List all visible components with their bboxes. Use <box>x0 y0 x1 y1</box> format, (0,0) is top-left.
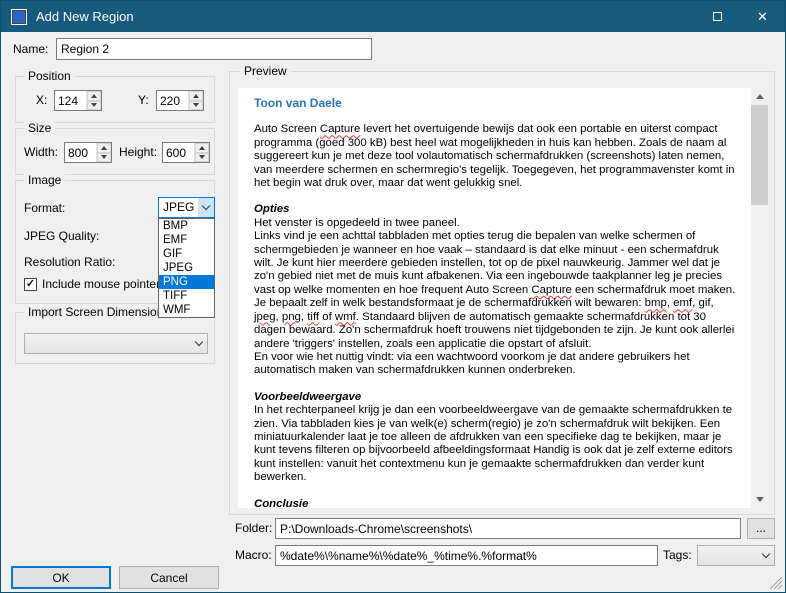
import-screen-dimensions-group: Import Screen Dimensions <box>15 305 215 364</box>
name-input[interactable] <box>56 38 372 60</box>
arrow-down-icon <box>101 155 107 160</box>
preview-richtext[interactable]: Toon van Daele Auto Screen Capture levert… <box>238 88 768 508</box>
tags-label: Tags: <box>663 548 692 562</box>
arrow-up-icon <box>755 94 764 99</box>
scrollbar-thumb[interactable] <box>751 105 768 205</box>
app-icon <box>11 9 27 25</box>
format-label: Format: <box>24 201 66 215</box>
jpeg-quality-label: JPEG Quality: <box>24 229 100 243</box>
scroll-up-button[interactable] <box>751 88 768 105</box>
close-icon: ✕ <box>757 8 768 24</box>
format-option-wmf[interactable]: WMF <box>159 303 214 317</box>
chevron-down-icon <box>194 337 204 347</box>
arrow-up-icon <box>91 93 97 98</box>
x-spin-up-button[interactable] <box>87 91 101 101</box>
maximize-icon <box>713 12 722 21</box>
format-option-tiff[interactable]: TIFF <box>159 289 214 303</box>
macro-label: Macro: <box>235 548 272 562</box>
preview-header: Voorbeeldweergave <box>254 390 362 403</box>
import-screen-dimensions-combobox[interactable] <box>24 333 208 354</box>
width-spin-down-button[interactable] <box>97 152 111 162</box>
x-stepper[interactable] <box>54 90 102 111</box>
close-button[interactable]: ✕ <box>740 1 785 32</box>
y-input[interactable] <box>157 91 188 110</box>
cancel-button[interactable]: Cancel <box>119 566 219 589</box>
preview-para: Auto Screen Capture levert het overtuige… <box>254 123 738 190</box>
macro-input[interactable] <box>275 545 658 566</box>
include-mouse-pointer-checkbox[interactable]: ✓ <box>24 278 37 291</box>
preview-para: In het rechterpaneel krijg je dan een vo… <box>254 404 736 484</box>
arrow-up-icon <box>193 93 199 98</box>
add-new-region-dialog: Add New Region ✕ Name: Position X: Y: <box>0 0 786 593</box>
format-combobox[interactable]: JPEG <box>158 197 215 218</box>
scroll-down-button[interactable] <box>751 491 768 508</box>
resize-grip[interactable] <box>770 577 783 590</box>
height-stepper[interactable] <box>162 142 210 163</box>
format-dropdown-list: BMP EMF GIF JPEG PNG TIFF WMF <box>158 218 215 318</box>
position-group-title: Position <box>24 69 75 83</box>
size-group: Size Width: Height: <box>15 121 215 175</box>
maximize-button[interactable] <box>695 1 740 32</box>
preview-para: Het venster is opgedeeld in twee paneel.… <box>254 216 739 377</box>
format-option-gif[interactable]: GIF <box>159 247 214 261</box>
width-label: Width: <box>24 145 59 159</box>
preview-header: Opties <box>254 203 290 216</box>
format-option-jpeg[interactable]: JPEG <box>159 261 214 275</box>
preview-scrollbar[interactable] <box>751 88 768 508</box>
format-option-emf[interactable]: EMF <box>159 233 214 247</box>
preview-group: Preview Toon van Daele Auto Screen Captur… <box>229 64 775 515</box>
y-spin-down-button[interactable] <box>189 100 203 110</box>
folder-input[interactable] <box>275 518 741 539</box>
preview-group-title: Preview <box>240 64 291 78</box>
x-input[interactable] <box>55 91 86 110</box>
arrow-down-icon <box>755 497 764 502</box>
x-label: X: <box>36 93 48 107</box>
chevron-down-icon <box>201 201 211 211</box>
arrow-up-icon <box>101 145 107 150</box>
width-input[interactable] <box>65 143 96 162</box>
ok-button[interactable]: OK <box>11 566 111 589</box>
folder-label: Folder: <box>235 521 273 535</box>
tags-combobox[interactable] <box>697 545 775 566</box>
format-option-png[interactable]: PNG <box>159 275 214 289</box>
chevron-down-icon <box>761 549 771 559</box>
name-label: Name: <box>13 42 49 56</box>
width-stepper[interactable] <box>64 142 112 163</box>
checkmark-icon: ✓ <box>25 278 36 290</box>
resolution-ratio-label: Resolution Ratio: <box>24 255 116 269</box>
arrow-up-icon <box>199 145 205 150</box>
position-group: Position X: Y: <box>15 69 215 123</box>
preview-title: Toon van Daele <box>254 96 342 110</box>
app-icon-blue-square <box>12 10 26 24</box>
y-stepper[interactable] <box>156 90 204 111</box>
browse-folder-button[interactable]: ... <box>747 518 775 539</box>
height-label: Height: <box>119 145 158 159</box>
arrow-down-icon <box>193 103 199 108</box>
include-mouse-pointer-label: Include mouse pointer <box>42 277 161 291</box>
size-group-title: Size <box>24 121 56 135</box>
preview-header: Conclusie <box>254 497 309 508</box>
height-input[interactable] <box>163 143 194 162</box>
y-spin-up-button[interactable] <box>189 91 203 101</box>
format-option-bmp[interactable]: BMP <box>159 219 214 233</box>
height-spin-up-button[interactable] <box>195 143 209 153</box>
titlebar[interactable]: Add New Region ✕ <box>1 1 785 32</box>
x-spin-down-button[interactable] <box>87 100 101 110</box>
width-spin-up-button[interactable] <box>97 143 111 153</box>
window-title: Add New Region <box>36 9 134 24</box>
arrow-down-icon <box>91 103 97 108</box>
import-screen-dimensions-title: Import Screen Dimensions <box>24 305 174 319</box>
preview-content: Toon van Daele Auto Screen Capture levert… <box>254 96 739 508</box>
height-spin-down-button[interactable] <box>195 152 209 162</box>
image-group: Image Format: JPEG BMP EMF GIF JPEG PNG TIFF W… <box>15 173 215 318</box>
format-combobox-value: JPEG <box>163 200 195 214</box>
arrow-down-icon <box>199 155 205 160</box>
image-group-title: Image <box>24 173 66 187</box>
y-label: Y: <box>138 93 149 107</box>
